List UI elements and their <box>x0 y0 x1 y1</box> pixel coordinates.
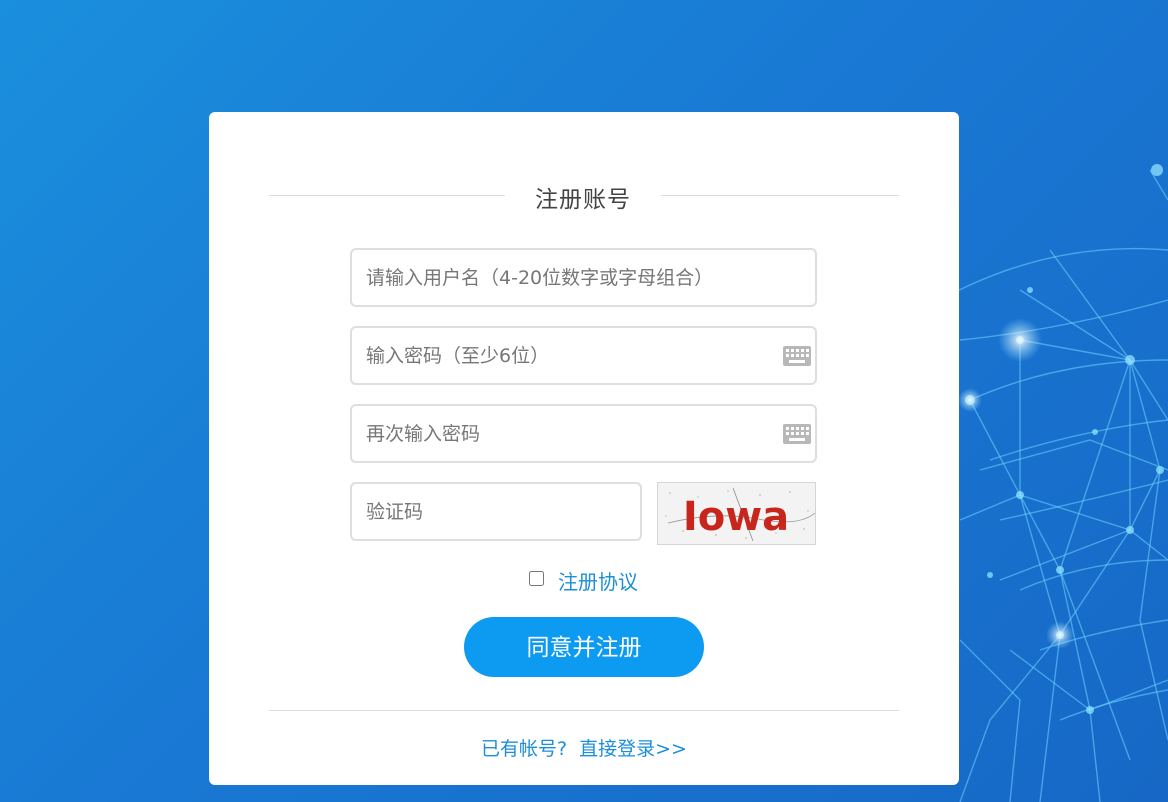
bottom-divider <box>269 710 899 711</box>
agreement-checkbox[interactable] <box>529 571 544 586</box>
register-button[interactable]: 同意并注册 <box>464 617 704 677</box>
confirm-password-input[interactable] <box>352 406 815 461</box>
username-field-wrapper <box>350 248 817 307</box>
login-prompt: 已有帐号? <box>481 738 568 760</box>
page-title: 注册账号 <box>535 187 631 213</box>
captcha-input[interactable] <box>352 484 640 539</box>
username-input[interactable] <box>352 250 815 305</box>
title-divider-right <box>661 195 899 196</box>
agreement-link[interactable]: 注册协议 <box>558 566 638 595</box>
keyboard-icon[interactable] <box>783 346 811 366</box>
login-row: 已有帐号? 直接登录>> <box>209 734 959 761</box>
password-field-wrapper <box>350 326 817 385</box>
login-link[interactable]: 直接登录>> <box>579 738 687 760</box>
captcha-text: Iowa <box>683 494 789 540</box>
captcha-image-graphic: Iowa <box>658 483 815 544</box>
captcha-field-wrapper <box>350 482 642 541</box>
confirm-password-field-wrapper <box>350 404 817 463</box>
page-background: 注册账号 请输入用户名（4-20位数字或字母组合） 验证码 Iowa 注册协议 … <box>0 0 1168 802</box>
captcha-image[interactable]: Iowa <box>657 482 816 545</box>
register-card: 注册账号 请输入用户名（4-20位数字或字母组合） 验证码 Iowa 注册协议 … <box>209 112 959 785</box>
title-divider-left <box>269 195 505 196</box>
title-row: 注册账号 <box>269 178 899 214</box>
password-input[interactable] <box>352 328 815 383</box>
keyboard-icon[interactable] <box>783 424 811 444</box>
